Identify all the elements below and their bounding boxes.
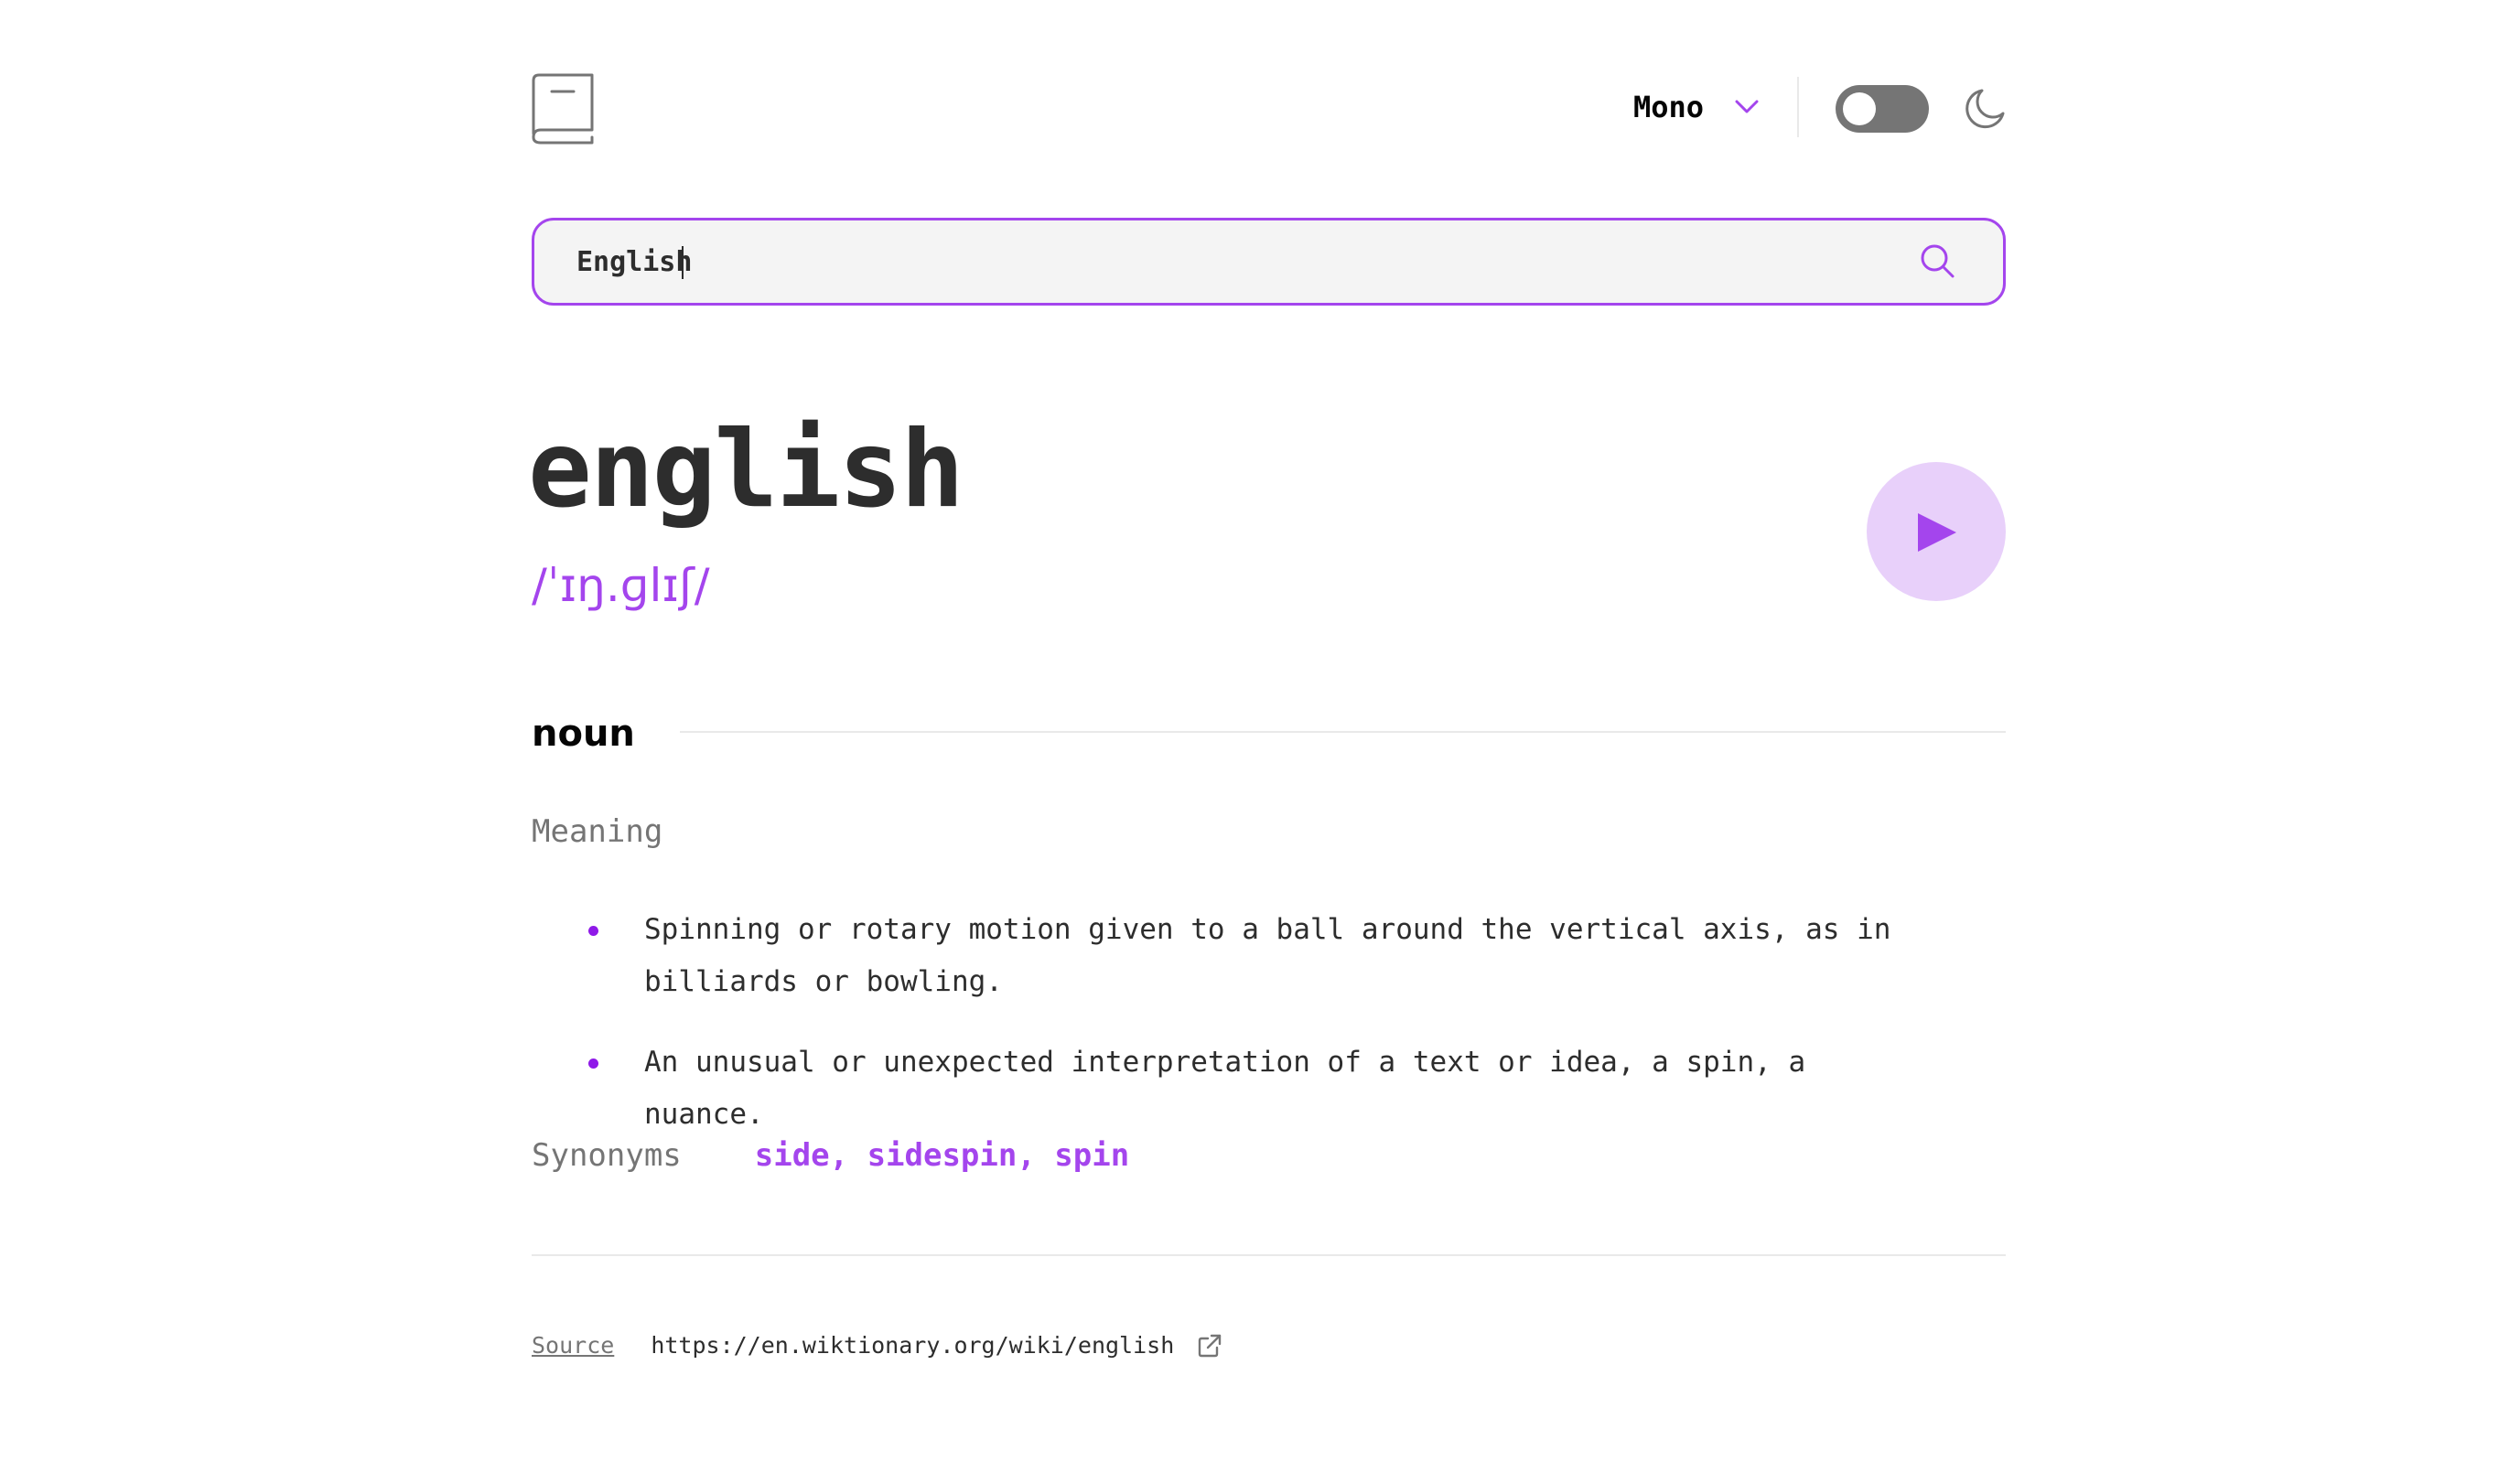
search-icon[interactable] [1919,242,1955,279]
bullet-icon [588,926,598,936]
theme-toggle-knob [1843,92,1876,125]
play-icon [1918,513,1956,552]
font-selector[interactable]: Mono [1633,90,1759,124]
definitions-list: Spinning or rotary motion given to a bal… [532,904,2006,1169]
app-container: Mono english /ˈɪŋ.ɡlɪʃ/ noun Meaning [528,0,2006,1483]
part-of-speech: noun [532,713,635,755]
play-pronunciation-button[interactable] [1867,462,2006,601]
synonyms-links[interactable]: side, sidespin, spin [755,1137,1129,1174]
definition-text: An unusual or unexpected interpretation … [644,1046,1806,1131]
search-input[interactable] [576,220,1876,303]
definition-item: An unusual or unexpected interpretation … [532,1037,2006,1141]
book-logo-icon[interactable] [532,73,594,145]
phonetic: /ˈɪŋ.ɡlɪʃ/ [532,559,710,612]
text-caret [682,246,684,279]
definition-text: Spinning or rotary motion given to a bal… [644,913,1891,998]
header: Mono [532,73,2006,145]
bullet-icon [588,1059,598,1069]
source-link[interactable]: https://en.wiktionary.org/wiki/english [651,1332,1174,1359]
meaning-label: Meaning [532,813,663,850]
synonyms-row: Synonyms side, sidespin, spin [532,1133,1129,1178]
word-title: english [528,408,964,532]
source-row: Source https://en.wiktionary.org/wiki/en… [532,1332,1222,1359]
source-label: Source [532,1332,615,1359]
part-of-speech-divider [680,731,2006,733]
footer-divider [532,1254,2006,1256]
synonyms-label: Synonyms [532,1137,682,1174]
search-bar [532,218,2006,306]
chevron-down-icon [1735,100,1759,113]
theme-toggle[interactable] [1836,85,1929,133]
moon-icon[interactable] [1964,88,2006,130]
font-selector-label: Mono [1632,90,1704,124]
header-divider [1797,77,1799,137]
definition-item: Spinning or rotary motion given to a bal… [532,904,2006,1008]
external-link-icon[interactable] [1198,1334,1222,1358]
